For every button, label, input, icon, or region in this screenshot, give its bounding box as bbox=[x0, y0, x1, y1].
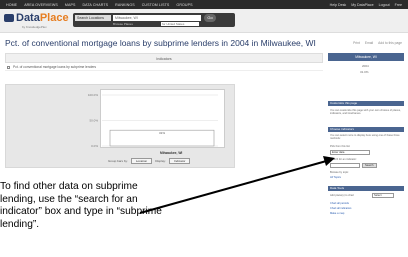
chart-all-indicators-link[interactable]: Chart all indicators bbox=[330, 207, 351, 210]
add-place-select[interactable]: Select bbox=[372, 193, 394, 198]
group-by-select[interactable]: Location bbox=[130, 158, 153, 164]
page-title: Pct. of conventional mortgage loans by s… bbox=[5, 38, 316, 48]
email-link[interactable]: Email bbox=[365, 41, 373, 45]
search-go-button[interactable]: Go bbox=[204, 14, 216, 22]
data-tools-header: Data Tools bbox=[328, 186, 404, 191]
logo[interactable]: DataPlace bbox=[16, 12, 69, 24]
callout-line: lending, use the “search for an bbox=[0, 193, 138, 205]
callout-line: indicator” box and type in “subprime bbox=[0, 206, 162, 217]
nav-rankings[interactable]: RANKINGS bbox=[115, 3, 135, 7]
nav-data-charts[interactable]: DATA CHARTS bbox=[82, 3, 108, 7]
search-indicator-button[interactable]: Search bbox=[362, 163, 377, 168]
chart-all-periods-link[interactable]: Chart all periods bbox=[330, 202, 349, 205]
customize-text: You can customize this page with your ow… bbox=[330, 109, 401, 116]
chart-plot-area bbox=[100, 89, 225, 148]
my-dataplace-link[interactable]: My DataPlace bbox=[351, 3, 373, 7]
make-map-link[interactable]: Make a map bbox=[330, 212, 344, 215]
top-nav-right: Help Desk My DataPlace Logout Free bbox=[330, 0, 402, 9]
choose-header: Choose indicators bbox=[328, 127, 404, 132]
display-label: Display: bbox=[155, 159, 166, 163]
table-row: Pct. of conventional mortgage loans by s… bbox=[5, 64, 323, 71]
chart-controls: Group bars by: Location Display: Indicat… bbox=[108, 158, 191, 164]
callout-text: To find other data on subprime lending, … bbox=[0, 181, 210, 231]
search-indicator-label: Search for an indicator: bbox=[330, 158, 357, 161]
search-type-button[interactable]: Search Locations bbox=[75, 15, 111, 21]
row-checkbox[interactable] bbox=[7, 66, 10, 69]
add-to-page-link[interactable]: Add to this page bbox=[378, 41, 402, 45]
logo-tagline: by KnowledgePlex bbox=[22, 25, 47, 29]
nav-custom-lists[interactable]: CUSTOM LISTS bbox=[142, 3, 170, 7]
pick-label: Pick from this list: bbox=[330, 145, 351, 148]
search-bar: Search Locations Milwaukee, WI Go Browse… bbox=[73, 13, 235, 27]
help-desk-link[interactable]: Help Desk bbox=[330, 3, 347, 7]
pick-select[interactable]: Enter data bbox=[330, 150, 370, 155]
group-by-label: Group bars by: bbox=[108, 159, 128, 163]
browse-label: Browse by topic bbox=[330, 171, 349, 174]
nav-home[interactable]: HOME bbox=[6, 3, 17, 7]
page-tools: Print Email Add to this page bbox=[353, 41, 402, 45]
search-input[interactable]: Milwaukee, WI bbox=[113, 15, 201, 21]
logo-text-b: Place bbox=[39, 12, 69, 24]
add-place-label: Add place(s) to chart bbox=[330, 194, 354, 197]
nav-maps[interactable]: MAPS bbox=[65, 3, 76, 7]
logo-icon bbox=[4, 14, 14, 22]
display-select[interactable]: Indicator bbox=[168, 158, 191, 164]
chart-x-label: Milwaukee, WI bbox=[160, 151, 183, 155]
search-indicator-input[interactable] bbox=[330, 163, 360, 168]
browse-places-option[interactable]: Browse Places bbox=[113, 22, 133, 26]
table-header: Indicators bbox=[5, 53, 323, 63]
print-link[interactable]: Print bbox=[353, 41, 360, 45]
nav-area-overviews[interactable]: AREA OVERVIEWS bbox=[24, 3, 58, 7]
choose-text: You can select more to display here usin… bbox=[330, 134, 400, 141]
nav-groups[interactable]: GROUPS bbox=[176, 3, 192, 7]
row-indicator-label[interactable]: Pct. of conventional mortgage loans by s… bbox=[13, 65, 96, 69]
sidebar: Customize this page You can customize th… bbox=[328, 53, 404, 257]
logo-text-a: Data bbox=[16, 12, 40, 24]
logout-link[interactable]: Logout bbox=[379, 3, 390, 7]
search-scope-select[interactable]: for United States bbox=[161, 22, 199, 26]
customize-header: Customize this page bbox=[328, 101, 404, 106]
callout-line: lending”. bbox=[0, 218, 40, 230]
browse-all-topics-link[interactable]: All Topics bbox=[330, 176, 341, 179]
callout-line: To find other data on subprime bbox=[0, 181, 138, 192]
free-link[interactable]: Free bbox=[395, 3, 402, 7]
